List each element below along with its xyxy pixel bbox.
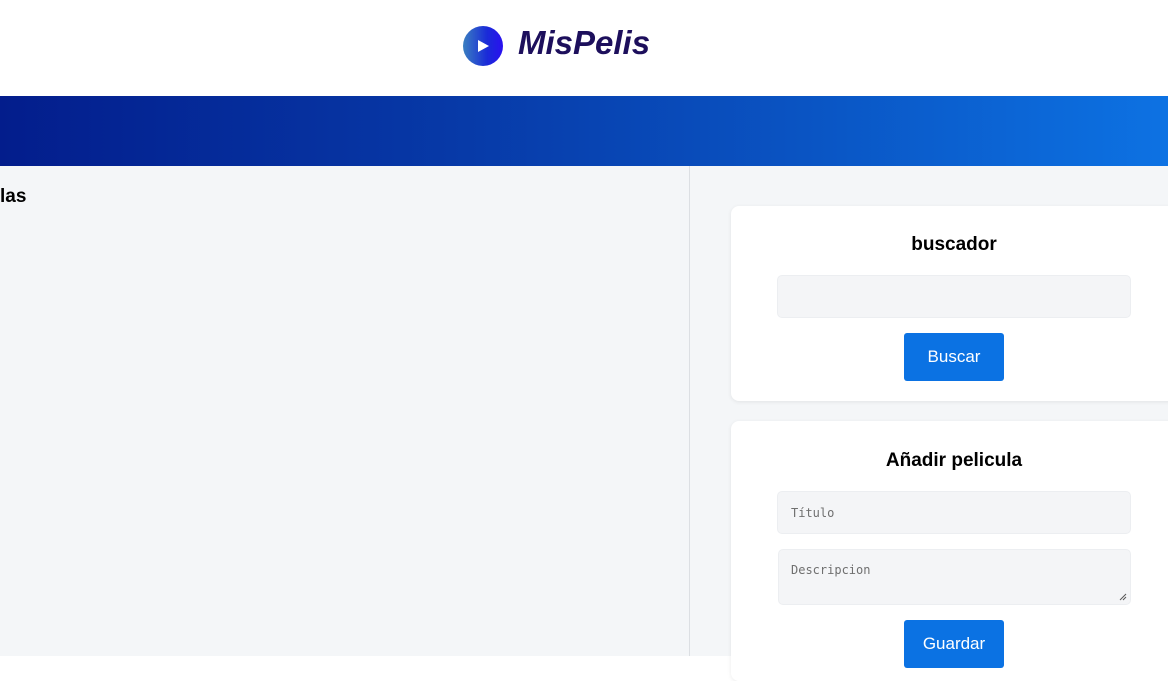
play-triangle-icon: [478, 40, 489, 52]
description-placeholder: Descripcion: [791, 563, 871, 577]
column-divider: [689, 166, 690, 656]
movie-title-input[interactable]: [777, 491, 1131, 534]
search-card-title: buscador: [911, 234, 997, 255]
search-input[interactable]: [777, 275, 1131, 318]
logo-text[interactable]: MisPelis: [518, 24, 650, 62]
add-movie-card-title: Añadir pelicula: [885, 450, 1023, 471]
play-icon[interactable]: [463, 26, 503, 66]
search-card: buscador Buscar: [731, 206, 1168, 401]
hero-banner: [0, 96, 1168, 166]
movies-list-title: las: [0, 186, 27, 207]
resize-grip-icon[interactable]: [1119, 593, 1127, 601]
save-button[interactable]: Guardar: [904, 620, 1004, 668]
site-header: MisPelis: [0, 0, 1168, 96]
search-button[interactable]: Buscar: [904, 333, 1004, 381]
movie-description-textarea[interactable]: Descripcion: [778, 549, 1131, 605]
add-movie-card: Añadir pelicula Descripcion Guardar: [731, 421, 1168, 681]
